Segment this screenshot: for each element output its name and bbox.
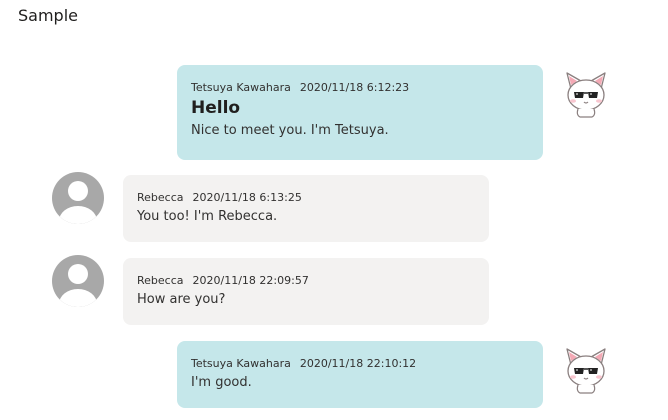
message-timestamp: 2020/11/18 22:10:12 <box>299 357 417 370</box>
message-timestamp: 2020/11/18 6:12:23 <box>299 81 410 94</box>
message-timestamp: 2020/11/18 6:13:25 <box>192 191 302 204</box>
message-author: Rebecca <box>137 274 184 287</box>
message-bubble: Tetsuya Kawahara 2020/11/18 6:12:23 Hello… <box>177 65 543 160</box>
message-text: How are you? <box>137 292 226 307</box>
message-author: Tetsuya Kawahara <box>191 357 291 370</box>
message-meta: Tetsuya Kawahara 2020/11/18 6:12:23 <box>191 81 529 95</box>
page-title: Sample <box>18 6 78 25</box>
message-text: You too! I'm Rebecca. <box>137 209 278 224</box>
message-meta: Tetsuya Kawahara 2020/11/18 22:10:12 <box>191 357 529 371</box>
message-subject: Hello <box>191 98 241 118</box>
message-timestamp: 2020/11/18 22:09:57 <box>192 274 309 287</box>
message-bubble: Rebecca 2020/11/18 22:09:57 How are you? <box>123 258 489 325</box>
message-author: Tetsuya Kawahara <box>191 81 291 94</box>
cat-sunglasses-icon <box>566 348 606 394</box>
message-meta: Rebecca 2020/11/18 6:13:25 <box>137 191 475 205</box>
message-author: Rebecca <box>137 191 184 204</box>
person-placeholder-icon <box>52 172 104 224</box>
cat-sunglasses-icon <box>566 72 606 118</box>
message-bubble: Rebecca 2020/11/18 6:13:25 You too! I'm R… <box>123 175 489 242</box>
message-bubble: Tetsuya Kawahara 2020/11/18 22:10:12 I'm … <box>177 341 543 408</box>
person-placeholder-icon <box>52 255 104 307</box>
message-meta: Rebecca 2020/11/18 22:09:57 <box>137 274 475 288</box>
message-text: Nice to meet you. I'm Tetsuya. <box>191 123 389 138</box>
message-text: I'm good. <box>191 375 252 390</box>
